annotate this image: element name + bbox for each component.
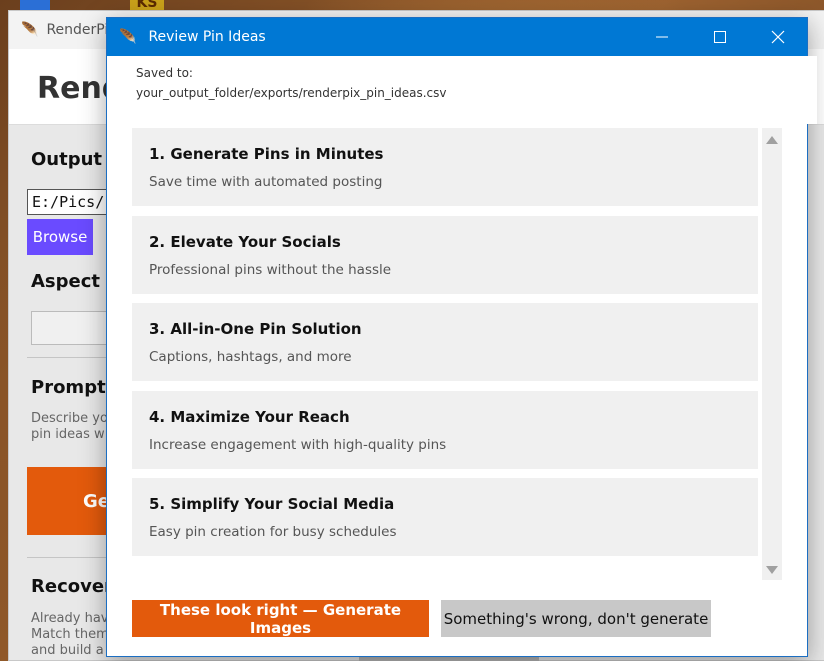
- pin-idea-subtitle: Professional pins without the hassle: [149, 261, 392, 278]
- recovery-description-2: Match them: [31, 627, 109, 642]
- pin-idea-title: 4. Maximize Your Reach: [149, 407, 350, 426]
- window-controls: [633, 18, 807, 56]
- pin-idea-subtitle: Increase engagement with high-quality pi…: [149, 436, 447, 453]
- pin-idea-card: 2. Elevate Your Socials Professional pin…: [132, 215, 758, 294]
- feather-icon: 🪶: [119, 29, 137, 45]
- close-icon: [771, 30, 785, 44]
- review-pin-ideas-dialog: 🪶 Review Pin Ideas Saved to: your_output…: [106, 17, 817, 657]
- pin-idea-title: 5. Simplify Your Social Media: [149, 495, 395, 513]
- pin-idea-card: 4. Maximize Your Reach Increase engageme…: [132, 390, 758, 469]
- pin-idea-subtitle: Captions, hashtags, and more: [149, 349, 352, 365]
- browse-button[interactable]: Browse: [27, 219, 93, 255]
- prompt-description-2: pin ideas w: [31, 427, 105, 442]
- prompt-description-1: Describe yo: [31, 411, 108, 426]
- recovery-description-3: and build a: [31, 643, 104, 658]
- recovery-description-1: Already hav: [31, 611, 109, 626]
- pin-idea-subtitle: Easy pin creation for busy schedules: [149, 524, 397, 540]
- maximize-icon: [714, 31, 726, 43]
- ideas-scrollbar[interactable]: [762, 128, 782, 580]
- feather-icon: 🪶: [21, 22, 39, 38]
- pin-idea-title: 1. Generate Pins in Minutes: [149, 145, 384, 163]
- pin-idea-card: 5. Simplify Your Social Media Easy pin c…: [132, 478, 758, 556]
- dialog-title: Review Pin Ideas: [148, 29, 266, 45]
- close-button[interactable]: [749, 18, 807, 56]
- pin-idea-title: 2. Elevate Your Socials: [149, 232, 341, 251]
- dialog-body: 1. Generate Pins in Minutes Save time wi…: [107, 124, 807, 656]
- generate-images-button[interactable]: These look right — Generate Images: [132, 600, 429, 637]
- dont-generate-button[interactable]: Something's wrong, don't generate: [441, 600, 711, 637]
- scroll-up-icon[interactable]: [766, 136, 778, 144]
- scroll-down-icon[interactable]: [766, 566, 778, 574]
- pin-idea-subtitle: Save time with automated posting: [149, 174, 383, 190]
- desktop-taskbar-strip: [20, 0, 50, 10]
- pin-idea-title: 3. All-in-One Pin Solution: [149, 320, 362, 338]
- minimize-button[interactable]: [633, 18, 691, 56]
- saved-path-box: Saved to: your_output_folder/exports/ren…: [107, 56, 817, 124]
- maximize-button[interactable]: [691, 18, 749, 56]
- dialog-titlebar[interactable]: 🪶 Review Pin Ideas: [107, 18, 807, 56]
- pin-ideas-list: 1. Generate Pins in Minutes Save time wi…: [132, 128, 758, 566]
- pin-idea-card: 1. Generate Pins in Minutes Save time wi…: [132, 128, 758, 206]
- minimize-icon: [656, 36, 668, 38]
- saved-label: Saved to:: [136, 66, 193, 80]
- pin-idea-card: 3. All-in-One Pin Solution Captions, has…: [132, 303, 758, 381]
- saved-path: your_output_folder/exports/renderpix_pin…: [136, 86, 447, 100]
